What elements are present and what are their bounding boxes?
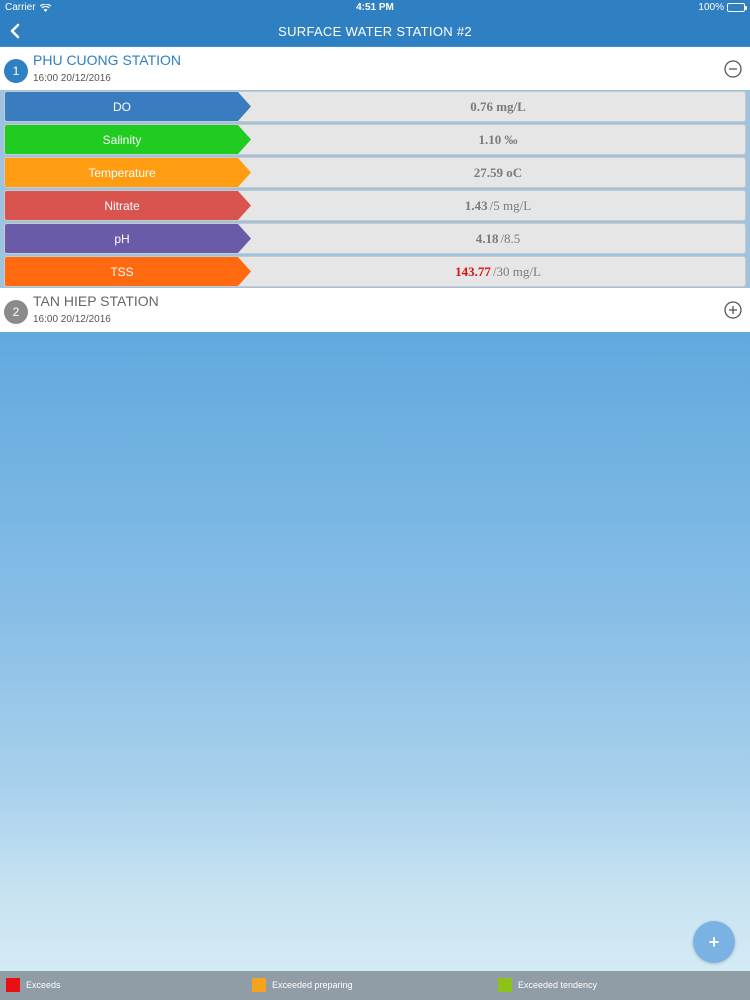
page-title: SURFACE WATER STATION #2 <box>278 24 472 39</box>
reading-value-container: 1.10 ‰ <box>251 125 745 154</box>
station-datetime: 16:00 20/12/2016 <box>33 314 111 325</box>
battery-group: 100% <box>698 2 747 13</box>
reading-value: 143.77 <box>455 263 491 279</box>
clock: 4:51 PM <box>356 2 394 13</box>
station-header-tan-hiep[interactable]: 2 TAN HIEP STATION 16:00 20/12/2016 <box>0 288 750 332</box>
reading-row-temperature[interactable]: Temperature 27.59 oC <box>4 157 746 188</box>
reading-value-container: 143.77 /30 mg/L <box>251 257 745 286</box>
legend-swatch <box>252 978 266 992</box>
legend-item-exceeded-tendency: Exceeded tendency <box>498 978 597 992</box>
reading-label: Temperature <box>5 158 251 187</box>
collapse-minus-icon[interactable] <box>724 60 742 78</box>
station-datetime: 16:00 20/12/2016 <box>33 73 111 84</box>
reading-value: 4.18 <box>475 230 499 246</box>
reading-limit: /30 mg/L <box>492 263 541 279</box>
reading-label: Salinity <box>5 125 251 154</box>
reading-row-ph[interactable]: pH 4.18 /8.5 <box>4 223 746 254</box>
legend-swatch <box>6 978 20 992</box>
station-name: TAN HIEP STATION <box>33 293 159 309</box>
reading-value-container: 4.18 /8.5 <box>251 224 745 253</box>
legend-swatch <box>498 978 512 992</box>
reading-row-salinity[interactable]: Salinity 1.10 ‰ <box>4 124 746 155</box>
reading-label: TSS <box>5 257 251 286</box>
battery-icon <box>727 3 747 12</box>
reading-limit: /5 mg/L <box>489 197 532 213</box>
reading-row-nitrate[interactable]: Nitrate 1.43 /5 mg/L <box>4 190 746 221</box>
status-bar: Carrier 4:51 PM 100% <box>0 0 750 16</box>
reading-value: 0.76 mg/L <box>470 98 526 114</box>
expand-plus-icon[interactable] <box>724 301 742 319</box>
battery-percent: 100% <box>698 2 724 13</box>
legend-item-exceeds: Exceeds <box>6 978 61 992</box>
add-button[interactable]: + <box>693 921 735 963</box>
reading-row-do[interactable]: DO 0.76 mg/L <box>4 91 746 122</box>
reading-value: 27.59 oC <box>473 164 523 180</box>
legend-label: Exceeded preparing <box>272 980 353 990</box>
reading-value-container: 27.59 oC <box>251 158 745 187</box>
reading-value-container: 0.76 mg/L <box>251 92 745 121</box>
legend-item-exceeded-preparing: Exceeded preparing <box>252 978 353 992</box>
readings-list: DO 0.76 mg/L Salinity 1.10 ‰ Temperature… <box>0 90 750 288</box>
legend-bar: Exceeds Exceeded preparing Exceeded tend… <box>0 971 750 1000</box>
reading-value-container: 1.43 /5 mg/L <box>251 191 745 220</box>
reading-value: 1.10 ‰ <box>478 131 518 147</box>
reading-label: pH <box>5 224 251 253</box>
reading-value: 1.43 <box>464 197 488 213</box>
station-number-badge: 2 <box>4 300 28 324</box>
legend-label: Exceeded tendency <box>518 980 598 990</box>
station-name: PHU CUONG STATION <box>33 52 182 68</box>
reading-row-tss[interactable]: TSS 143.77 /30 mg/L <box>4 256 746 287</box>
station-header-phu-cuong[interactable]: 1 PHU CUONG STATION 16:00 20/12/2016 <box>0 47 750 91</box>
station-number-badge: 1 <box>4 59 28 83</box>
reading-label: DO <box>5 92 251 121</box>
legend-label: Exceeds <box>26 980 61 990</box>
reading-limit: /8.5 <box>500 230 521 246</box>
nav-bar: SURFACE WATER STATION #2 <box>0 16 750 46</box>
reading-label: Nitrate <box>5 191 251 220</box>
